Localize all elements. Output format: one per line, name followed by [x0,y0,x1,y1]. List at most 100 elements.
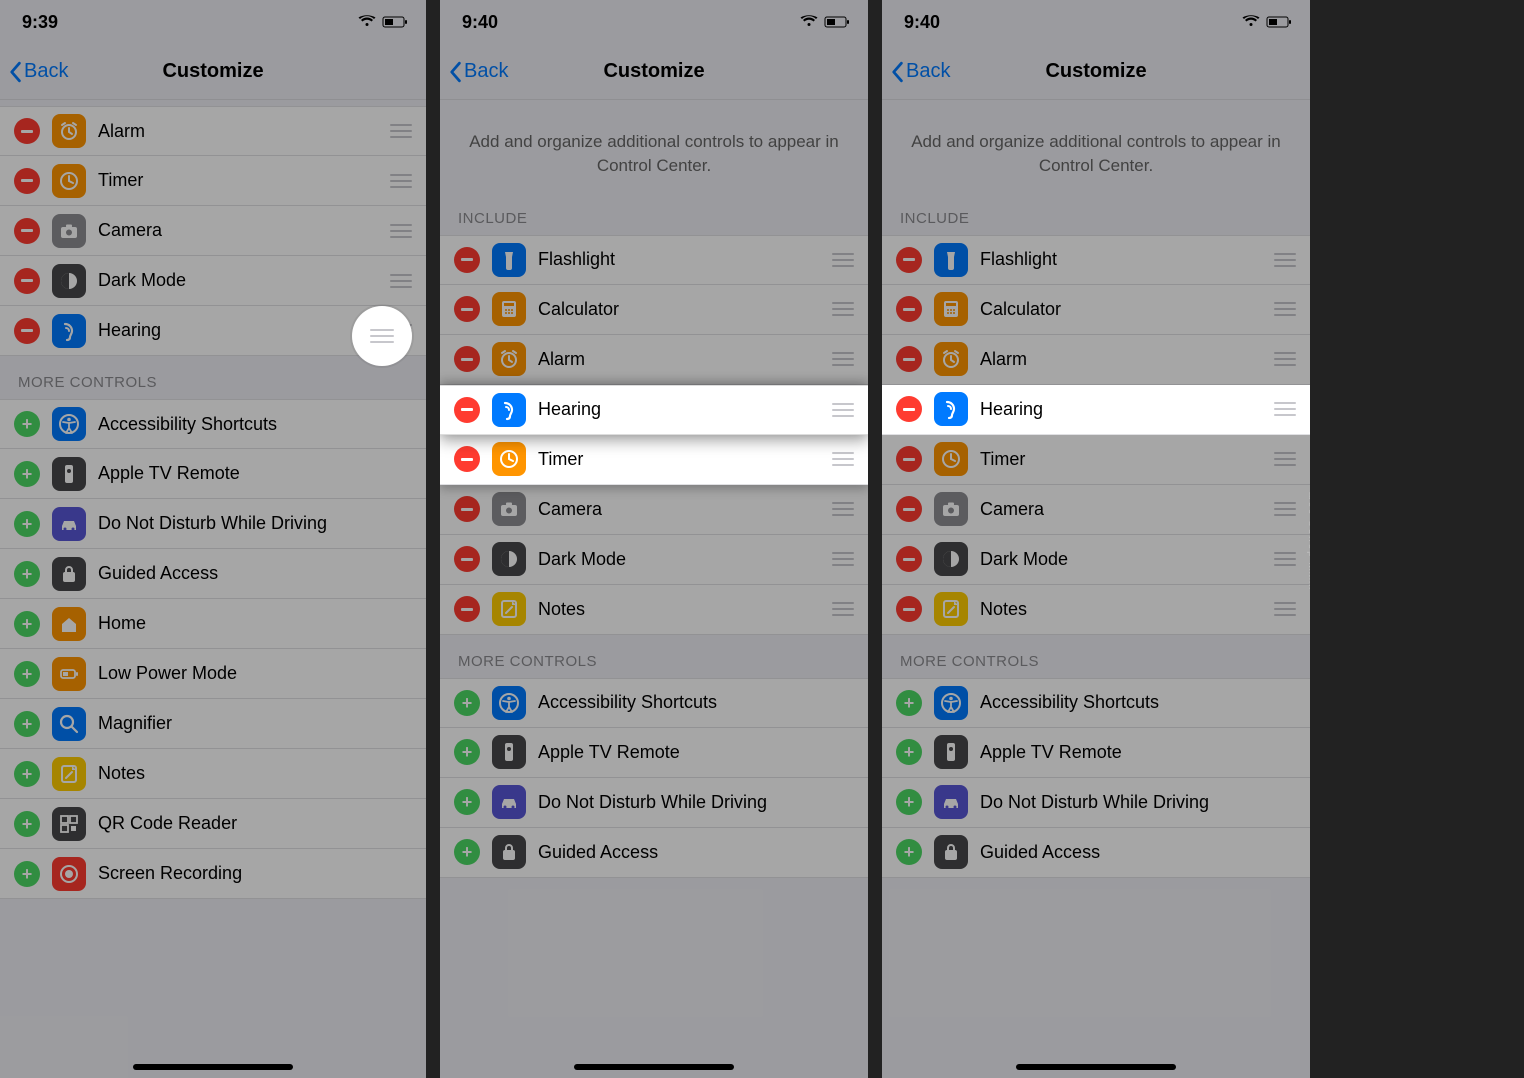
add-button[interactable]: + [14,861,40,887]
row-dnd-driving[interactable]: +Do Not Disturb While Driving [882,778,1310,828]
row-magnifier[interactable]: +Magnifier [0,699,426,749]
row-camera[interactable]: Camera [0,206,426,256]
drag-handle-icon[interactable] [1272,502,1298,516]
row-hearing-dragging[interactable]: Hearing [440,385,868,435]
drag-handle-icon[interactable] [1272,253,1298,267]
remove-button[interactable] [896,247,922,273]
row-qr-code-reader[interactable]: +QR Code Reader [0,799,426,849]
add-button[interactable]: + [896,789,922,815]
add-button[interactable]: + [896,739,922,765]
add-button[interactable]: + [14,461,40,487]
drag-handle-icon[interactable] [830,502,856,516]
row-flashlight[interactable]: Flashlight [882,235,1310,285]
remove-button[interactable] [454,546,480,572]
row-dnd-driving[interactable]: +Do Not Disturb While Driving [440,778,868,828]
row-dark-mode[interactable]: Dark Mode [440,535,868,585]
add-button[interactable]: + [896,690,922,716]
add-button[interactable]: + [454,789,480,815]
remove-button[interactable] [896,596,922,622]
row-camera[interactable]: Camera [882,485,1310,535]
drag-handle-icon[interactable] [388,224,414,238]
remove-button[interactable] [14,218,40,244]
add-button[interactable]: + [896,839,922,865]
row-dark-mode[interactable]: Dark Mode [882,535,1310,585]
drag-handle-icon[interactable] [830,352,856,366]
drag-handle-icon[interactable] [830,452,856,466]
drag-handle-icon[interactable] [830,302,856,316]
row-apple-tv-remote[interactable]: +Apple TV Remote [440,728,868,778]
remove-button[interactable] [896,446,922,472]
add-button[interactable]: + [14,411,40,437]
remove-button[interactable] [14,268,40,294]
drag-handle-icon[interactable] [1272,302,1298,316]
row-guided-access[interactable]: +Guided Access [0,549,426,599]
drag-handle-icon[interactable] [1272,352,1298,366]
row-timer[interactable]: Timer [882,435,1310,485]
remove-button[interactable] [454,346,480,372]
row-apple-tv-remote[interactable]: +Apple TV Remote [0,449,426,499]
back-button[interactable]: Back [0,60,68,83]
remove-button[interactable] [454,296,480,322]
row-camera[interactable]: Camera [440,485,868,535]
row-flashlight[interactable]: Flashlight [440,235,868,285]
remove-button[interactable] [454,446,480,472]
add-button[interactable]: + [454,839,480,865]
row-screen-recording[interactable]: +Screen Recording [0,849,426,899]
add-button[interactable]: + [14,811,40,837]
drag-handle-icon[interactable] [830,602,856,616]
row-low-power-mode[interactable]: +Low Power Mode [0,649,426,699]
drag-handle-icon[interactable] [830,552,856,566]
row-guided-access[interactable]: +Guided Access [882,828,1310,878]
row-accessibility-shortcuts[interactable]: +Accessibility Shortcuts [0,399,426,449]
remove-button[interactable] [14,168,40,194]
remove-button[interactable] [896,546,922,572]
row-timer[interactable]: Timer [0,156,426,206]
remove-button[interactable] [454,247,480,273]
drag-handle-icon[interactable] [1272,452,1298,466]
drag-handle-icon[interactable] [830,403,856,417]
drag-handle-icon[interactable] [388,274,414,288]
row-accessibility-shortcuts[interactable]: +Accessibility Shortcuts [882,678,1310,728]
home-indicator[interactable] [574,1064,734,1070]
row-timer[interactable]: Timer [440,435,868,485]
add-button[interactable]: + [14,711,40,737]
row-alarm[interactable]: Alarm [0,106,426,156]
row-home[interactable]: +Home [0,599,426,649]
drag-handle-icon[interactable] [1272,552,1298,566]
row-calculator[interactable]: Calculator [882,285,1310,335]
add-button[interactable]: + [14,611,40,637]
row-guided-access[interactable]: +Guided Access [440,828,868,878]
row-dnd-driving[interactable]: +Do Not Disturb While Driving [0,499,426,549]
remove-button[interactable] [454,397,480,423]
drag-handle-icon[interactable] [388,124,414,138]
drag-handle-icon[interactable] [388,174,414,188]
row-alarm[interactable]: Alarm [440,335,868,385]
drag-handle-icon[interactable] [1272,602,1298,616]
remove-button[interactable] [896,296,922,322]
home-indicator[interactable] [133,1064,293,1070]
remove-button[interactable] [896,346,922,372]
row-hearing-highlighted[interactable]: Hearing [882,385,1310,435]
row-apple-tv-remote[interactable]: +Apple TV Remote [882,728,1310,778]
home-indicator[interactable] [1016,1064,1176,1070]
remove-button[interactable] [14,318,40,344]
row-notes[interactable]: +Notes [0,749,426,799]
back-button[interactable]: Back [440,60,508,83]
row-alarm[interactable]: Alarm [882,335,1310,385]
back-button[interactable]: Back [882,60,950,83]
remove-button[interactable] [896,396,922,422]
add-button[interactable]: + [14,511,40,537]
drag-handle-icon[interactable] [1272,402,1298,416]
row-dark-mode[interactable]: Dark Mode [0,256,426,306]
row-calculator[interactable]: Calculator [440,285,868,335]
remove-button[interactable] [896,496,922,522]
add-button[interactable]: + [454,739,480,765]
remove-button[interactable] [454,496,480,522]
drag-handle-icon[interactable] [830,253,856,267]
add-button[interactable]: + [14,761,40,787]
add-button[interactable]: + [14,661,40,687]
add-button[interactable]: + [14,561,40,587]
row-notes[interactable]: Notes [882,585,1310,635]
row-accessibility-shortcuts[interactable]: +Accessibility Shortcuts [440,678,868,728]
remove-button[interactable] [14,118,40,144]
